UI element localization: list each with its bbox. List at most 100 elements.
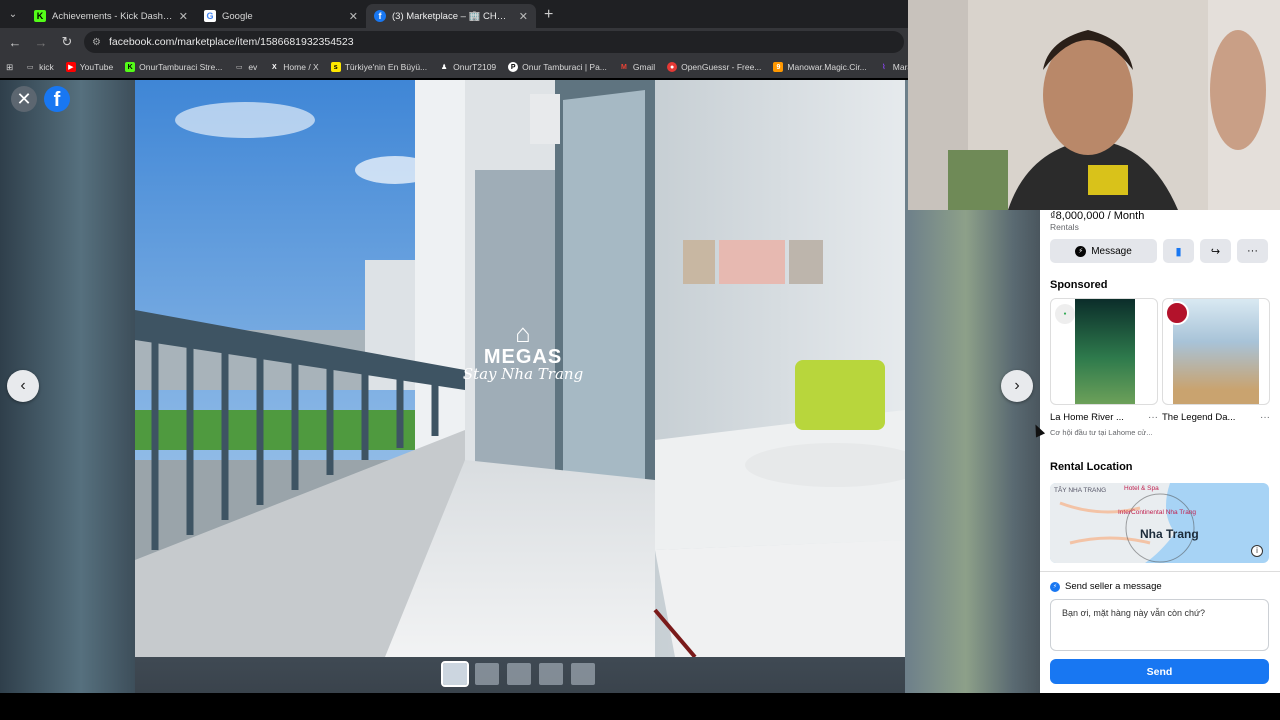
chess-icon: ♟ — [441, 64, 448, 71]
ad-more-options-icon[interactable]: ··· — [1148, 412, 1158, 423]
sponsored-title: Sponsored — [1050, 279, 1108, 291]
previous-photo-chevron-left-icon[interactable]: ‹ — [7, 370, 39, 402]
send-seller-message-header: ⚡ Send seller a message — [1050, 581, 1162, 592]
close-icon[interactable]: ✕ — [349, 10, 358, 23]
watermark-logo-icon: ⌂ — [515, 318, 531, 348]
next-photo-chevron-right-icon[interactable]: › — [1001, 370, 1033, 402]
bookmark-sahibinden[interactable]: s Türkiye'nin En Büyü... — [330, 62, 428, 72]
map-info-icon[interactable]: i — [1251, 545, 1263, 557]
bookmark-patreon[interactable]: P Onur Tamburaci | Pa... — [508, 62, 607, 72]
bookmark-label: YouTube — [79, 62, 114, 72]
share-icon[interactable]: ↪ — [1200, 239, 1231, 263]
facebook-icon: f — [374, 10, 386, 22]
tab-title: Achievements - Kick Dashboard — [52, 10, 173, 22]
thumbnail[interactable] — [507, 663, 531, 685]
map-poi-label: InterContinental Nha Trang — [1118, 509, 1197, 516]
divider — [1040, 571, 1280, 572]
save-bookmark-icon[interactable]: ▮ — [1163, 239, 1194, 263]
rental-location-title: Rental Location — [1050, 461, 1133, 473]
bookmark-youtube[interactable]: ▶ YouTube — [65, 62, 114, 72]
ad-title-row: The Legend Da... ··· — [1162, 412, 1270, 423]
bookmark-label: ev — [248, 62, 258, 72]
kick-icon: K — [125, 62, 136, 72]
rental-location-map[interactable]: TÂY NHA TRANG Hotel & Spa InterContinent… — [1050, 483, 1269, 563]
photo-viewer: ✕ f ⌂ MEGAS Stay Nha Trang ‹ › — [0, 80, 1040, 693]
close-icon[interactable]: ✕ — [519, 10, 528, 23]
apps-grid-icon[interactable]: ⊞ — [6, 62, 13, 73]
site-settings-icon[interactable]: ⚙ — [92, 37, 101, 48]
google-icon: G — [204, 10, 216, 22]
ad-title-row: La Home River ... ··· — [1050, 412, 1158, 423]
thumbnail[interactable] — [539, 663, 563, 685]
tab-search-chevron-icon[interactable]: ⌄ — [0, 0, 26, 28]
bookmark-label: Gmail — [632, 62, 656, 72]
seller-message-input[interactable]: Bạn ơi, mặt hàng này vẫn còn chứ? — [1050, 599, 1269, 651]
map-city-label: Nha Trang — [1140, 527, 1199, 541]
screen: ⌄ K Achievements - Kick Dashboard ✕ G Go… — [0, 0, 1280, 720]
ad-more-options-icon[interactable]: ··· — [1260, 412, 1270, 423]
bookmark-home-x[interactable]: X Home / X — [269, 62, 319, 72]
youtube-icon: ▶ — [65, 62, 76, 72]
back-arrow-icon[interactable]: ← — [6, 35, 24, 50]
x-icon: X — [271, 63, 277, 71]
listing-photo: ⌂ MEGAS Stay Nha Trang — [135, 80, 905, 657]
bookmark-onurtamburaci-stream[interactable]: K OnurTamburaci Stre... — [125, 62, 222, 72]
ad-image: ● — [1050, 298, 1158, 405]
bookmark-label: Türkiye'nin En Büyü... — [344, 62, 428, 72]
facebook-logo-icon[interactable]: f — [44, 86, 70, 112]
address-bar[interactable]: ⚙ facebook.com/marketplace/item/15866819… — [84, 31, 904, 53]
bookmark-openguessr[interactable]: ● OpenGuessr - Free... — [667, 62, 761, 72]
bookmark-manowar[interactable]: 9 Manowar.Magic.Cir... — [773, 62, 867, 72]
message-button[interactable]: ⚡ Message — [1050, 239, 1157, 263]
ad-subtitle: Cơ hội đầu tư tại Lahome cử... — [1050, 428, 1153, 437]
photo-thumbnails — [441, 661, 595, 687]
close-viewer-icon[interactable]: ✕ — [11, 86, 37, 112]
map-poi-label: Hotel & Spa — [1124, 485, 1159, 492]
bookmark-gmail[interactable]: M Gmail — [619, 62, 655, 72]
kick-icon: K — [34, 10, 46, 22]
sponsored-ad-2[interactable]: The Legend Da... ··· — [1162, 298, 1270, 423]
reload-icon[interactable]: ↻ — [58, 34, 76, 50]
ad-title: La Home River ... — [1050, 412, 1124, 423]
tab-kick-dashboard[interactable]: K Achievements - Kick Dashboard ✕ — [26, 4, 196, 28]
watermark-script: Stay Nha Trang — [462, 365, 584, 383]
messenger-icon: ⚡ — [1050, 581, 1060, 592]
new-tab-plus-icon[interactable]: + — [536, 4, 561, 28]
more-options-icon[interactable]: ··· — [1237, 239, 1268, 263]
send-button[interactable]: Send — [1050, 659, 1269, 684]
folder-icon: ▭ — [236, 64, 243, 71]
browser-toolbar: ← → ↻ ⚙ facebook.com/marketplace/item/15… — [0, 28, 910, 56]
thumbnail[interactable] — [571, 663, 595, 685]
listing-actions: ⚡ Message ▮ ↪ ··· — [1050, 239, 1268, 263]
sponsored-ad-1[interactable]: ● La Home River ... ··· Cơ hội đầu tư tạ… — [1050, 298, 1158, 437]
send-seller-message-title: Send seller a message — [1065, 581, 1162, 592]
bookmark-maradona[interactable]: ⌇Maradona — [879, 62, 910, 72]
tab-title: Google — [222, 10, 253, 22]
close-icon[interactable]: ✕ — [179, 10, 188, 23]
thumbnail[interactable] — [441, 661, 469, 687]
bookmark-ev[interactable]: ▭ ev — [234, 62, 257, 72]
openguessr-icon: ● — [667, 62, 678, 72]
listing-price: ₫8,000,000 / Month — [1050, 210, 1145, 222]
forward-arrow-icon[interactable]: → — [32, 35, 50, 50]
watermark: ⌂ MEGAS Stay Nha Trang — [453, 320, 593, 383]
thumbnail[interactable] — [475, 663, 499, 685]
messenger-icon: ⚡ — [1075, 245, 1087, 257]
listing-details-panel: ₫8,000,000 / Month Rentals ⚡ Message ▮ ↪… — [1040, 210, 1280, 693]
listing-category[interactable]: Rentals — [1050, 222, 1079, 232]
browser-tab-bar: ⌄ K Achievements - Kick Dashboard ✕ G Go… — [0, 0, 910, 28]
bookmark-label: Home / X — [283, 62, 319, 72]
tab-marketplace[interactable]: f (3) Marketplace – 🏢 CHO THU ✕ — [366, 4, 536, 28]
bookmark-onurt2109[interactable]: ♟ OnurT2109 — [439, 62, 496, 72]
bookmark-label: OnurT2109 — [453, 62, 497, 72]
tab-google[interactable]: G Google ✕ — [196, 4, 366, 28]
bookmark-kick[interactable]: ▭ kick — [25, 62, 54, 72]
folder-icon: ▭ — [26, 64, 34, 71]
sahibinden-icon: s — [330, 62, 341, 72]
tab-title: (3) Marketplace – 🏢 CHO THU — [392, 10, 513, 22]
bookmark-label: Onur Tamburaci | Pa... — [522, 62, 607, 72]
message-button-label: Message — [1091, 245, 1132, 257]
url-text: facebook.com/marketplace/item/1586681932… — [108, 36, 354, 48]
twitch-icon: ⌇ — [882, 64, 886, 71]
patreon-icon: P — [508, 62, 519, 72]
